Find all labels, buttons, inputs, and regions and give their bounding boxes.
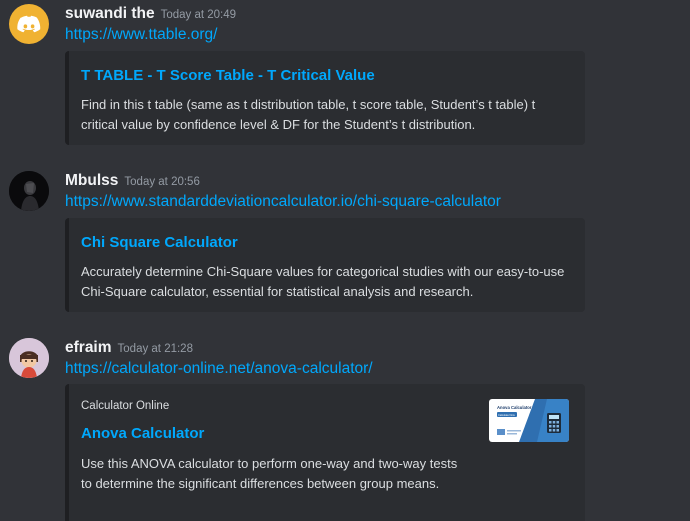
message-link[interactable]: https://www.standarddeviationcalculator.… xyxy=(65,193,501,211)
message-link[interactable]: https://www.ttable.org/ xyxy=(65,26,218,44)
embed-thumbnail[interactable]: Anova Calculator Calculate Now xyxy=(489,399,569,442)
message-header: suwandi the Today at 20:49 xyxy=(65,5,236,23)
embed-title[interactable]: Chi Square Calculator xyxy=(81,234,238,251)
embed-title[interactable]: T TABLE - T Score Table - T Critical Val… xyxy=(81,67,375,84)
embed-description: Find in this t table (same as t distribu… xyxy=(81,97,536,132)
embed-provider: Calculator Online xyxy=(81,400,170,412)
timestamp: Today at 21:28 xyxy=(117,343,193,355)
message-link[interactable]: https://calculator-online.net/anova-calc… xyxy=(65,360,373,378)
thumbnail-title: Anova Calculator xyxy=(497,405,532,410)
message-header: Mbulss Today at 20:56 xyxy=(65,172,200,190)
embed-title[interactable]: Anova Calculator xyxy=(81,425,204,442)
link-embed: T TABLE - T Score Table - T Critical Val… xyxy=(65,51,585,145)
cartoon-character-icon xyxy=(9,338,49,378)
anova-calculator-thumbnail-icon: Anova Calculator Calculate Now xyxy=(489,399,569,442)
avatar-suwandi[interactable] xyxy=(9,4,49,44)
timestamp: Today at 20:49 xyxy=(160,9,237,21)
message-header: efraim Today at 21:28 xyxy=(65,339,193,357)
link-embed: Chi Square Calculator Accurately determi… xyxy=(65,218,585,312)
timestamp: Today at 20:56 xyxy=(124,176,200,188)
avatar-mbulss[interactable] xyxy=(9,171,49,211)
avatar-efraim[interactable] xyxy=(9,338,49,378)
dark-profile-photo-icon xyxy=(9,171,49,211)
embed-description: Accurately determine Chi-Square values f… xyxy=(81,264,565,299)
username[interactable]: efraim xyxy=(65,339,112,356)
username[interactable]: suwandi the xyxy=(65,5,155,22)
chat-message-list: suwandi the Today at 20:49 https://www.tt… xyxy=(0,0,690,521)
embed-description: Use this ANOVA calculator to perform one… xyxy=(81,456,458,491)
username[interactable]: Mbulss xyxy=(65,172,118,189)
thumbnail-button: Calculate Now xyxy=(498,413,515,417)
link-embed: Calculator Online Anova Calculator Use t… xyxy=(65,384,585,521)
discord-logo-icon xyxy=(17,15,41,33)
